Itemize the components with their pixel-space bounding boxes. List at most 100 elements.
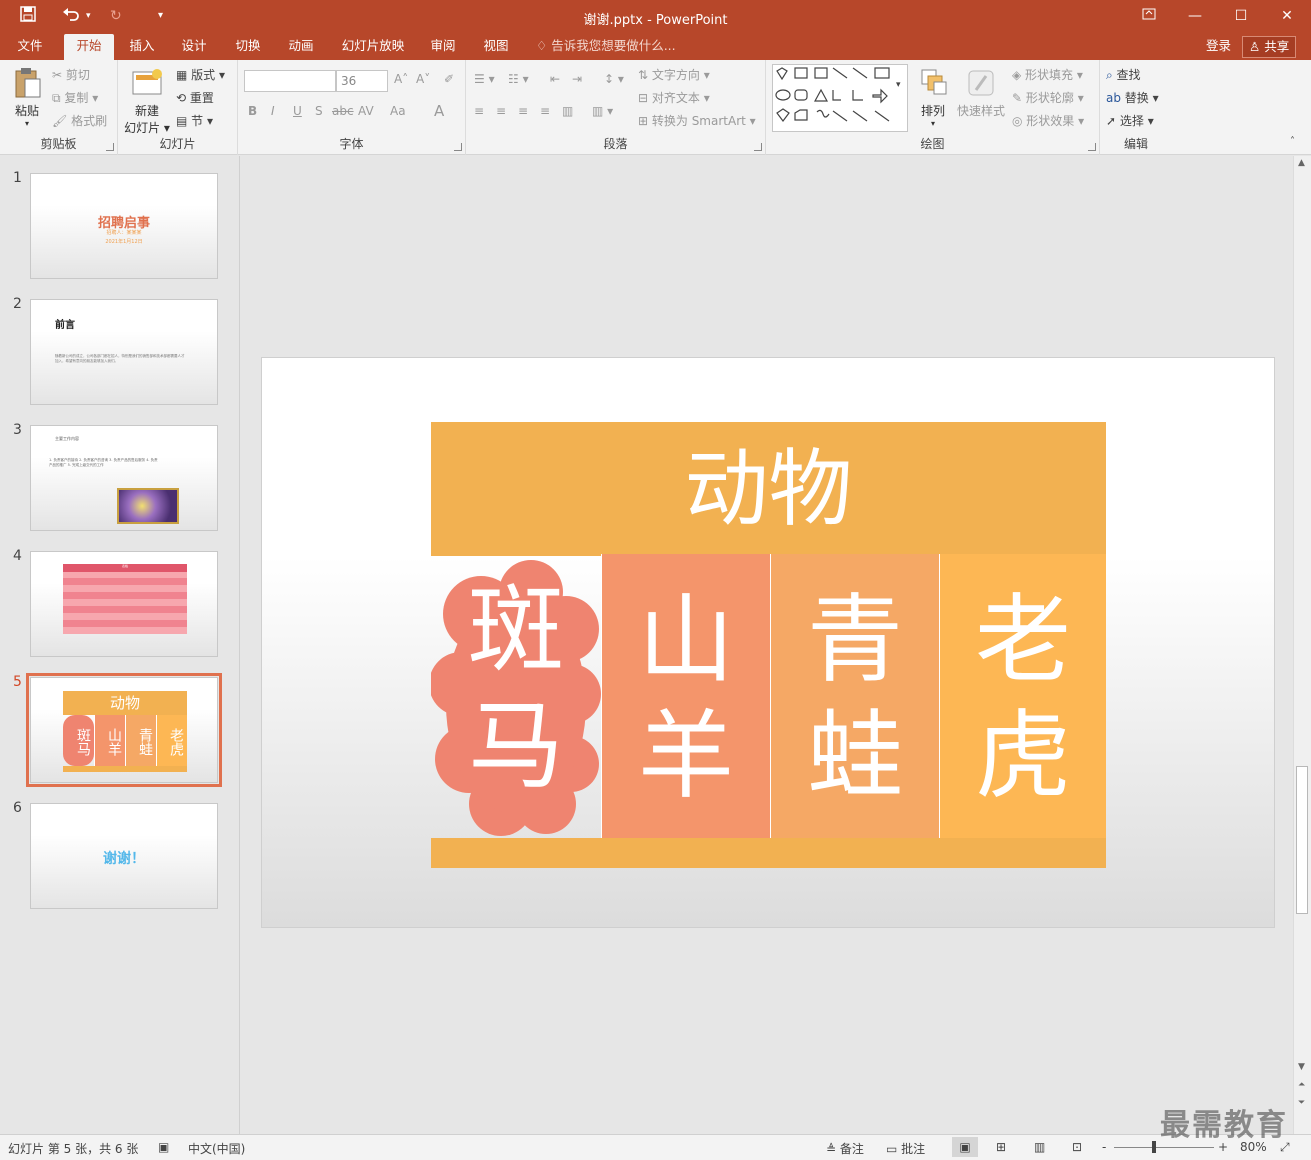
maximize-button[interactable]: ☐ bbox=[1226, 5, 1256, 27]
tab-review[interactable]: 审阅 bbox=[423, 34, 463, 60]
char-spacing-button[interactable]: AV bbox=[358, 104, 374, 118]
increase-indent-icon[interactable]: ⇥ bbox=[572, 72, 582, 86]
paste-dropdown-icon: ▾ bbox=[24, 119, 29, 128]
shape-effects-button[interactable]: ◎ 形状效果 ▾ bbox=[1012, 112, 1084, 129]
font-size-combo[interactable]: 36 bbox=[336, 70, 388, 92]
select-button[interactable]: ➚ 选择 ▾ bbox=[1106, 112, 1154, 129]
slide-thumbnail-1[interactable]: 招聘启事 招聘人：某某某 2021年1月12日 bbox=[30, 173, 218, 279]
clear-format-icon[interactable]: ✐ bbox=[444, 72, 454, 86]
drawing-launcher-icon[interactable] bbox=[1088, 143, 1096, 151]
align-text-button[interactable]: ⊟ 对齐文本 ▾ bbox=[638, 89, 710, 106]
vertical-scrollbar[interactable]: ▲ ▼ ⏶ ⏷ bbox=[1293, 156, 1311, 1134]
section-button[interactable]: ▤ 节 ▾ bbox=[176, 112, 213, 129]
paste-button[interactable]: 粘贴 ▾ bbox=[8, 66, 46, 128]
format-painter-button[interactable]: 🖌 格式刷 bbox=[52, 112, 107, 129]
font-color-button[interactable]: A bbox=[434, 102, 444, 120]
bold-button[interactable]: B bbox=[248, 104, 257, 118]
frog-box[interactable]: 青 蛙 bbox=[770, 554, 939, 838]
quick-styles-button[interactable]: 快速样式 bbox=[954, 66, 1008, 119]
slide-thumbnail-4[interactable]: 表格 bbox=[30, 551, 218, 657]
new-slide-button[interactable]: 新建 幻灯片 ▾ bbox=[122, 66, 172, 136]
scroll-thumb[interactable] bbox=[1296, 766, 1308, 914]
change-case-button[interactable]: Aa bbox=[390, 104, 406, 118]
replace-icon: ab bbox=[1106, 91, 1125, 105]
zoom-out-button[interactable]: - bbox=[1102, 1140, 1106, 1154]
smartart-button[interactable]: ⊞ 转换为 SmartArt ▾ bbox=[638, 112, 756, 129]
tab-animations[interactable]: 动画 bbox=[281, 34, 321, 60]
normal-view-icon[interactable]: ▣ bbox=[952, 1137, 978, 1157]
zebra-shape[interactable]: 斑 马 bbox=[431, 554, 601, 838]
replace-button[interactable]: ab 替换 ▾ bbox=[1106, 89, 1159, 106]
brush-icon: 🖌 bbox=[52, 114, 72, 128]
spell-check-icon[interactable]: ▣ bbox=[158, 1140, 169, 1154]
font-name-combo[interactable] bbox=[244, 70, 336, 92]
layout-button[interactable]: ▦ 版式 ▾ bbox=[176, 66, 225, 83]
paragraph-launcher-icon[interactable] bbox=[754, 143, 762, 151]
tab-insert[interactable]: 插入 bbox=[122, 34, 162, 60]
slide-thumbnail-6[interactable]: 谢谢！ bbox=[30, 803, 218, 909]
bullets-icon[interactable]: ☰ ▾ bbox=[474, 72, 495, 86]
slide-sorter-icon[interactable]: ⊞ bbox=[996, 1140, 1006, 1154]
tab-transitions[interactable]: 切换 bbox=[228, 34, 268, 60]
italic-button[interactable]: I bbox=[271, 104, 275, 118]
tab-view[interactable]: 视图 bbox=[476, 34, 516, 60]
distributed-icon[interactable]: ▥ bbox=[562, 104, 573, 118]
slide-title-box[interactable]: 动物 bbox=[431, 422, 1106, 556]
shapes-scroll-icon[interactable]: ▾ bbox=[896, 80, 901, 90]
tab-slideshow[interactable]: 幻灯片放映 bbox=[334, 34, 412, 60]
language-status[interactable]: 中文(中国) bbox=[188, 1140, 245, 1157]
shapes-gallery[interactable] bbox=[772, 64, 908, 132]
slideshow-icon[interactable]: ⊡ bbox=[1072, 1140, 1082, 1154]
zoom-slider-thumb[interactable] bbox=[1152, 1141, 1156, 1153]
login-link[interactable]: 登录 bbox=[1206, 34, 1231, 58]
shape-fill-button[interactable]: ◈ 形状填充 ▾ bbox=[1012, 66, 1083, 83]
clipboard-launcher-icon[interactable] bbox=[106, 143, 114, 151]
slide-thumbnail-2[interactable]: 前言 随着新公司的成立，公司各部门都在招人，特别是我们的销售部和技术部都需要人才… bbox=[30, 299, 218, 405]
comments-button[interactable]: ▭ 批注 bbox=[886, 1140, 925, 1157]
shape-outline-button[interactable]: ✎ 形状轮廓 ▾ bbox=[1012, 89, 1084, 106]
numbering-icon[interactable]: ☷ ▾ bbox=[508, 72, 529, 86]
shape-effects-label: 形状效果 bbox=[1026, 114, 1075, 128]
title-bar: ▾ ↻ ▾ 谢谢.pptx - PowerPoint — ☐ ✕ bbox=[0, 0, 1311, 34]
slide-thumbnail-5[interactable]: 动物 斑马 山羊 青蛙 老虎 bbox=[26, 673, 222, 787]
minimize-button[interactable]: — bbox=[1180, 5, 1210, 27]
collapse-ribbon-icon[interactable]: ˄ bbox=[1290, 136, 1295, 147]
underline-button[interactable]: U bbox=[293, 104, 302, 118]
find-button[interactable]: ⌕ 查找 bbox=[1106, 66, 1141, 83]
text-direction-button[interactable]: ⇅ 文字方向 ▾ bbox=[638, 66, 710, 83]
strikethrough-button[interactable]: abc bbox=[332, 104, 354, 118]
next-slide-icon[interactable]: ⏷ bbox=[1298, 1098, 1305, 1108]
justify-icon[interactable]: ≡ bbox=[540, 104, 550, 118]
font-launcher-icon[interactable] bbox=[454, 143, 462, 151]
reset-button[interactable]: ⟲ 重置 bbox=[176, 89, 214, 106]
shadow-button[interactable]: S bbox=[315, 104, 323, 118]
current-slide[interactable]: 动物 斑 马 山 羊 青 蛙 老 虎 bbox=[261, 357, 1275, 928]
tab-home[interactable]: 开始 bbox=[64, 34, 114, 60]
scroll-down-icon[interactable]: ▼ bbox=[1298, 1062, 1305, 1072]
tab-design[interactable]: 设计 bbox=[174, 34, 214, 60]
tell-me-box[interactable]: ♢ 告诉我您想要做什么... bbox=[536, 34, 676, 58]
line-spacing-icon[interactable]: ↕ ▾ bbox=[604, 72, 624, 86]
tab-file[interactable]: 文件 bbox=[8, 34, 52, 60]
previous-slide-icon[interactable]: ⏶ bbox=[1298, 1080, 1305, 1090]
scroll-up-icon[interactable]: ▲ bbox=[1298, 158, 1305, 168]
slide-thumbnail-3[interactable]: 主要工作内容 1. 负责客户的接待 2. 负责客户的咨询 3. 负责产品的售后服… bbox=[30, 425, 218, 531]
close-button[interactable]: ✕ bbox=[1272, 5, 1302, 27]
shrink-font-icon[interactable]: A˅ bbox=[416, 72, 430, 86]
columns-icon[interactable]: ▥ ▾ bbox=[592, 104, 613, 118]
cut-button[interactable]: ✂ 剪切 bbox=[52, 66, 90, 83]
ribbon-display-icon[interactable] bbox=[1134, 5, 1164, 27]
tiger-box[interactable]: 老 虎 bbox=[939, 554, 1106, 838]
zoom-slider[interactable] bbox=[1114, 1141, 1214, 1153]
align-right-icon[interactable]: ≡ bbox=[518, 104, 528, 118]
copy-button[interactable]: ⧉ 复制 ▾ bbox=[52, 89, 98, 106]
notes-button[interactable]: ≜ 备注 bbox=[826, 1140, 864, 1157]
arrange-button[interactable]: 排列 ▾ bbox=[912, 66, 954, 128]
decrease-indent-icon[interactable]: ⇤ bbox=[550, 72, 560, 86]
grow-font-icon[interactable]: A˄ bbox=[394, 72, 408, 86]
reading-view-icon[interactable]: ▥ bbox=[1034, 1140, 1045, 1154]
align-center-icon[interactable]: ≡ bbox=[496, 104, 506, 118]
align-left-icon[interactable]: ≡ bbox=[474, 104, 484, 118]
goat-box[interactable]: 山 羊 bbox=[601, 554, 770, 838]
share-button[interactable]: ♙ 共享 bbox=[1242, 36, 1297, 58]
